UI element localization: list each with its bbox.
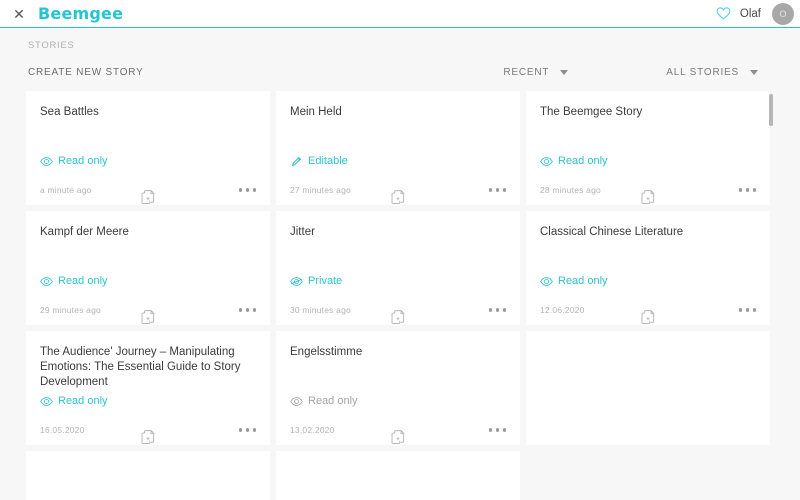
story-status-label: Read only — [58, 395, 108, 407]
close-icon[interactable]: ✕ — [10, 5, 28, 23]
story-card[interactable]: Sea Battles Read only a minute ago — [26, 91, 270, 205]
story-card[interactable]: The Audience' Journey – Manipulating Emo… — [26, 331, 270, 445]
story-status-label: Editable — [308, 155, 348, 167]
ellipsis-icon[interactable] — [238, 308, 256, 312]
story-title: Kampf der Meere — [40, 226, 129, 238]
story-status-label: Read only — [558, 275, 608, 287]
eye-icon — [40, 156, 53, 167]
filter-dropdown-label: ALL STORIES — [666, 66, 739, 78]
story-card[interactable]: Engelsstimme Read only 13.02.2020 — [276, 331, 520, 445]
story-status[interactable]: Read only — [290, 395, 358, 407]
story-status[interactable]: Private — [290, 275, 342, 287]
story-card-footer: 29 minutes ago — [26, 295, 270, 325]
story-status-label: Read only — [308, 395, 358, 407]
story-timestamp: 30 minutes ago — [290, 305, 351, 315]
stories-scroll-area[interactable]: Sea Battles Read only a minute ago Mein … — [0, 91, 800, 500]
section-label: STORIES — [28, 40, 75, 51]
story-title: The Beemgee Story — [540, 106, 643, 118]
ellipsis-icon[interactable] — [488, 188, 506, 192]
story-timestamp: 12.06.2020 — [540, 305, 585, 315]
story-status[interactable]: Read only — [40, 155, 108, 167]
story-card[interactable]: Jitter Private 30 minutes ago — [276, 211, 520, 325]
story-card-footer: 28 minutes ago — [526, 175, 770, 205]
header-right-group: Olaf O — [716, 2, 794, 25]
story-timestamp: a minute ago — [40, 185, 92, 195]
eye-icon — [40, 276, 53, 287]
story-status-label: Private — [308, 275, 343, 287]
story-title: Sea Battles — [40, 106, 99, 118]
ellipsis-icon[interactable] — [488, 428, 506, 432]
stories-grid: Sea Battles Read only a minute ago Mein … — [0, 91, 800, 500]
story-timestamp: 13.02.2020 — [290, 425, 335, 435]
story-card-partial[interactable] — [276, 451, 520, 500]
create-new-story-button[interactable]: CREATE NEW STORY — [28, 67, 144, 78]
ellipsis-icon[interactable] — [238, 188, 256, 192]
eye-icon — [540, 156, 553, 167]
heart-icon[interactable] — [716, 6, 731, 21]
pencil-icon — [290, 156, 303, 167]
story-title: The Audience' Journey – Manipulating Emo… — [40, 346, 241, 388]
story-title: Mein Held — [290, 106, 342, 118]
story-status[interactable]: Read only — [540, 275, 608, 287]
user-name[interactable]: Olaf — [740, 8, 761, 20]
story-title: Jitter — [290, 226, 315, 238]
app-header: ✕ Beemgee Olaf O — [0, 0, 800, 28]
story-card-footer: 27 minutes ago — [276, 175, 520, 205]
eye-icon — [290, 396, 303, 407]
story-card-partial[interactable] — [526, 331, 770, 445]
ellipsis-icon[interactable] — [238, 428, 256, 432]
chevron-down-icon — [750, 69, 758, 75]
story-card-footer: 12.06.2020 — [526, 295, 770, 325]
story-timestamp: 27 minutes ago — [290, 185, 351, 195]
story-card[interactable]: Classical Chinese Literature Read only 1… — [526, 211, 770, 325]
story-status[interactable]: Read only — [40, 395, 108, 407]
story-card[interactable]: The Beemgee Story Read only 28 minutes a… — [526, 91, 770, 205]
scrollbar-thumb[interactable] — [769, 94, 773, 126]
brand-logo[interactable]: Beemgee — [38, 4, 123, 23]
scrollbar-track[interactable] — [769, 91, 773, 500]
story-status[interactable]: Read only — [540, 155, 608, 167]
story-card-footer: a minute ago — [26, 175, 270, 205]
story-status-label: Read only — [58, 275, 108, 287]
story-timestamp: 16.05.2020 — [40, 425, 85, 435]
avatar[interactable]: O — [772, 2, 794, 25]
eye-slash-icon — [290, 276, 303, 287]
ellipsis-icon[interactable] — [488, 308, 506, 312]
ellipsis-icon[interactable] — [738, 188, 756, 192]
eye-icon — [540, 276, 553, 287]
story-card[interactable]: Kampf der Meere Read only 29 minutes ago — [26, 211, 270, 325]
story-card-footer: 16.05.2020 — [26, 415, 270, 445]
sort-dropdown-label: RECENT — [503, 66, 550, 78]
story-status-label: Read only — [58, 155, 108, 167]
story-timestamp: 28 minutes ago — [540, 185, 601, 195]
story-title: Classical Chinese Literature — [540, 226, 684, 238]
story-card-partial[interactable] — [26, 451, 270, 500]
story-status[interactable]: Read only — [40, 275, 108, 287]
story-card-footer: 13.02.2020 — [276, 415, 520, 445]
story-status-label: Read only — [558, 155, 608, 167]
story-card[interactable]: Mein Held Editable 27 minutes ago — [276, 91, 520, 205]
filter-dropdown[interactable]: ALL STORIES — [666, 67, 758, 78]
ellipsis-icon[interactable] — [738, 308, 756, 312]
story-timestamp: 29 minutes ago — [40, 305, 101, 315]
sort-dropdown[interactable]: RECENT — [503, 66, 569, 78]
chevron-down-icon — [560, 69, 569, 75]
story-card-footer: 30 minutes ago — [276, 295, 520, 325]
eye-icon — [40, 396, 53, 407]
stories-toolbar: CREATE NEW STORY RECENT ALL STORIES — [0, 51, 800, 81]
story-title: Engelsstimme — [290, 346, 363, 358]
story-status[interactable]: Editable — [290, 155, 348, 167]
